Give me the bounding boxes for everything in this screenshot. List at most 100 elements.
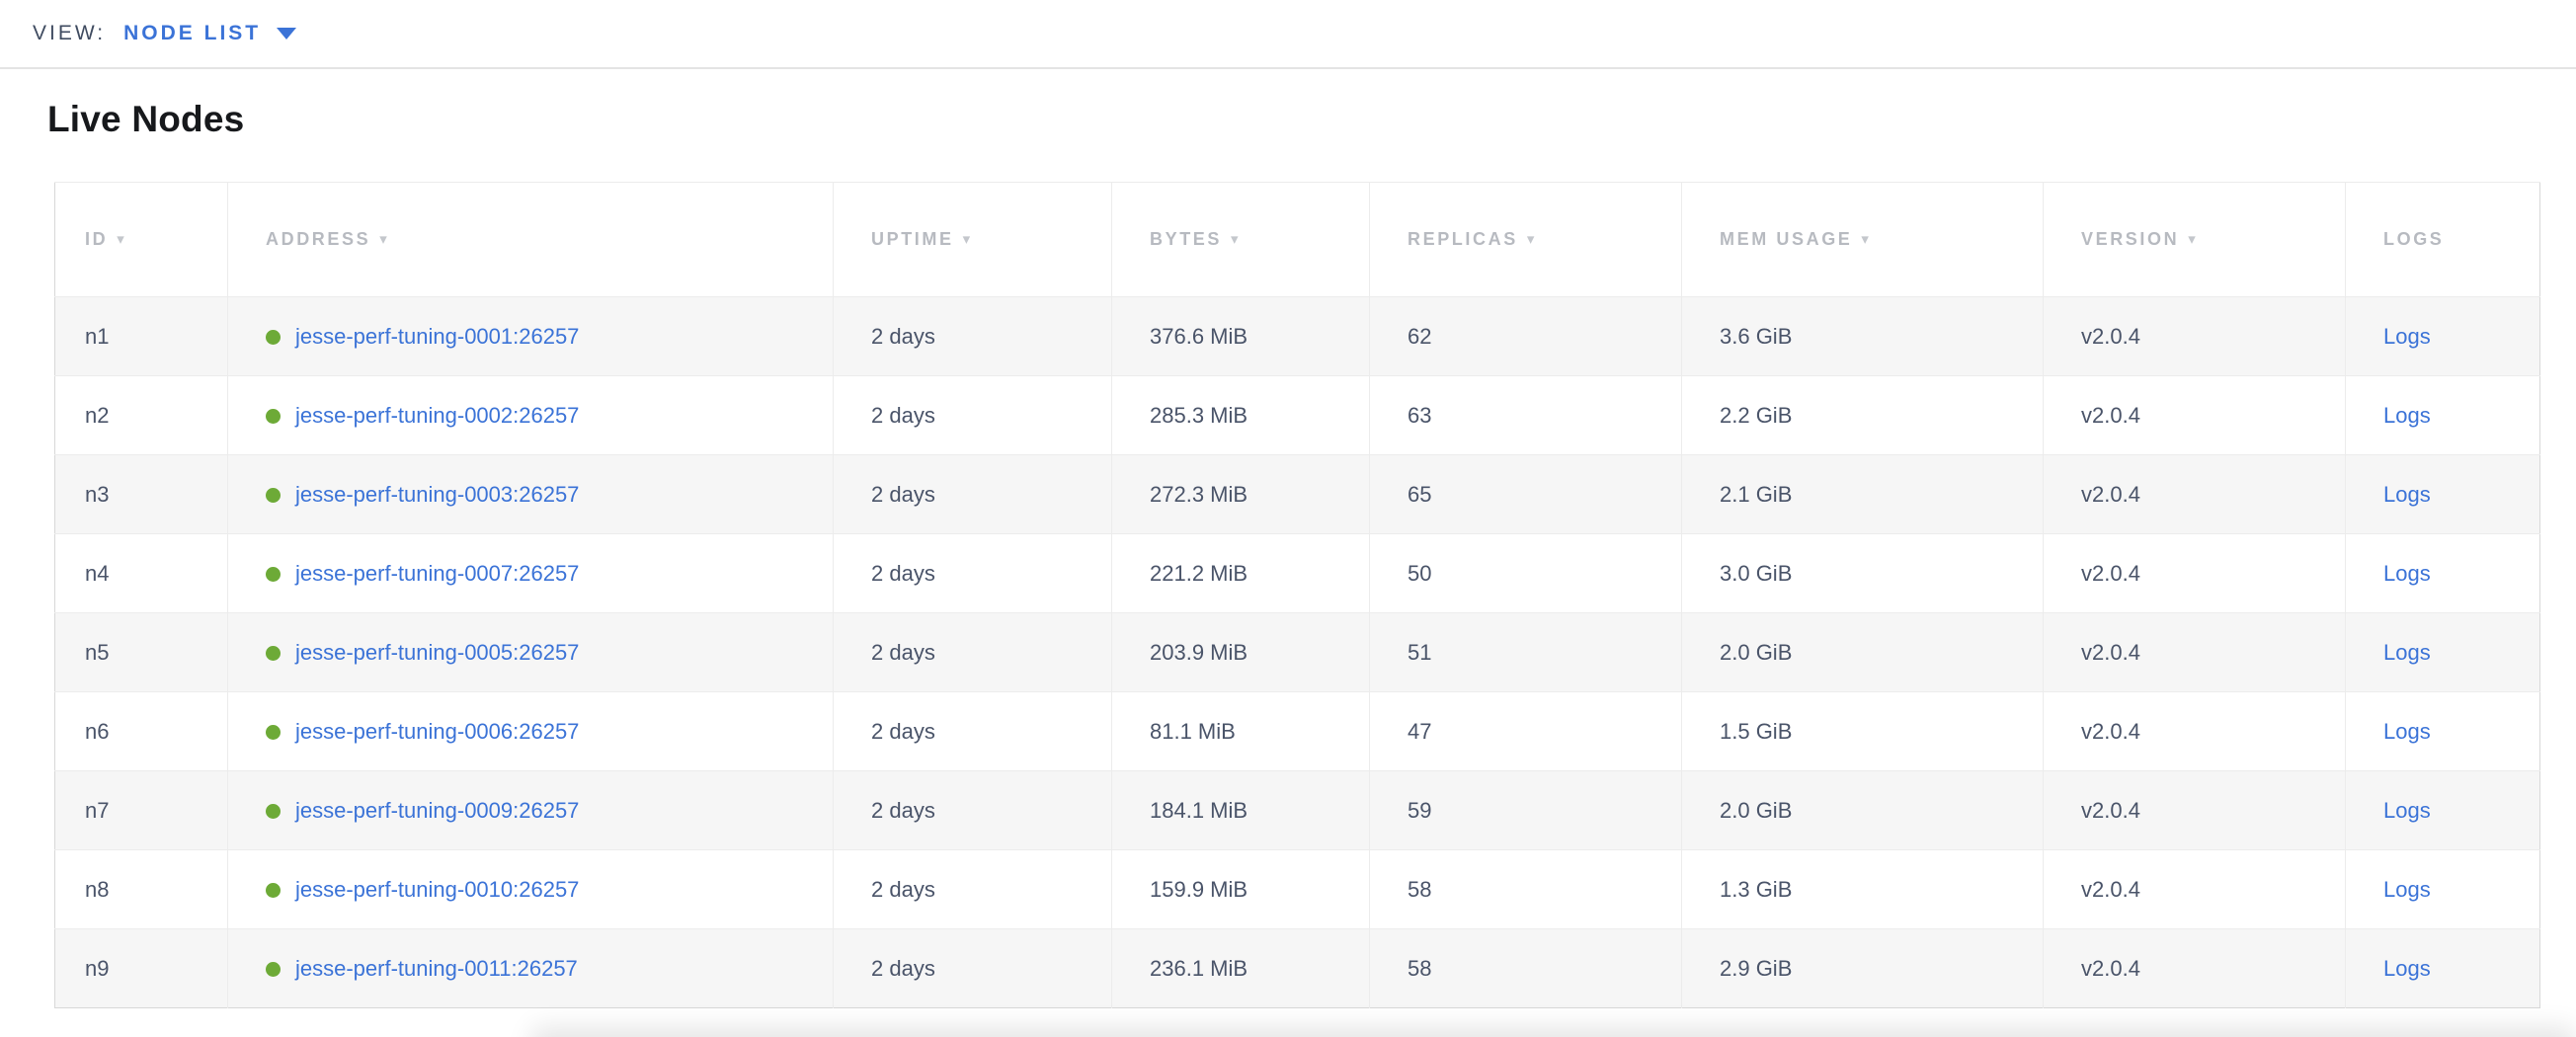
replicas-cell: 62 (1370, 297, 1682, 376)
version-cell: v2.0.4 (2044, 850, 2346, 929)
logs-link[interactable]: Logs (2383, 324, 2431, 349)
table-row: n4jesse-perf-tuning-0007:262572 days221.… (55, 534, 2540, 613)
sort-arrow-icon: ▾ (117, 231, 126, 248)
live-status-dot-icon (266, 646, 281, 661)
mem_usage-cell: 3.6 GiB (1682, 297, 2044, 376)
node-address-link[interactable]: jesse-perf-tuning-0005:26257 (295, 640, 579, 665)
column-header-address[interactable]: ADDRESS▾ (228, 183, 834, 297)
logs-link[interactable]: Logs (2383, 798, 2431, 823)
replicas-cell: 51 (1370, 613, 1682, 692)
logs-link[interactable]: Logs (2383, 877, 2431, 902)
address-cell: jesse-perf-tuning-0007:26257 (228, 534, 834, 613)
logs-link[interactable]: Logs (2383, 956, 2431, 981)
id-cell: n2 (55, 376, 228, 455)
uptime-cell: 2 days (834, 771, 1112, 850)
column-header-uptime[interactable]: UPTIME▾ (834, 183, 1112, 297)
sort-arrow-icon: ▾ (1861, 231, 1871, 248)
bytes-cell: 184.1 MiB (1112, 771, 1370, 850)
table-row: n5jesse-perf-tuning-0005:262572 days203.… (55, 613, 2540, 692)
logs-cell: Logs (2346, 929, 2540, 1008)
logs-link[interactable]: Logs (2383, 403, 2431, 428)
column-header-mem_usage[interactable]: MEM USAGE▾ (1682, 183, 2044, 297)
logs-cell: Logs (2346, 771, 2540, 850)
bytes-cell: 236.1 MiB (1112, 929, 1370, 1008)
live-status-dot-icon (266, 804, 281, 819)
address-cell: jesse-perf-tuning-0002:26257 (228, 376, 834, 455)
id-cell: n4 (55, 534, 228, 613)
node-address-link[interactable]: jesse-perf-tuning-0001:26257 (295, 324, 579, 349)
bytes-cell: 376.6 MiB (1112, 297, 1370, 376)
logs-link[interactable]: Logs (2383, 719, 2431, 744)
node-address-link[interactable]: jesse-perf-tuning-0006:26257 (295, 719, 579, 744)
page-title: Live Nodes (47, 99, 2576, 140)
column-header-bytes[interactable]: BYTES▾ (1112, 183, 1370, 297)
mem_usage-cell: 2.0 GiB (1682, 771, 2044, 850)
table-row: n1 jesse-perf-tuning-0001:26257 2 days376.… (55, 297, 2540, 376)
address-cell: jesse-perf-tuning-0011:26257 (228, 929, 834, 1008)
live-status-dot-icon (266, 409, 281, 424)
column-header-logs: LOGS (2346, 183, 2540, 297)
replicas-cell: 58 (1370, 929, 1682, 1008)
column-header-version[interactable]: VERSION▾ (2044, 183, 2346, 297)
logs-link[interactable]: Logs (2383, 561, 2431, 586)
id-cell: n1 (55, 297, 228, 376)
table-row: n6 jesse-perf-tuning-0006:26257 2 days81.1… (55, 692, 2540, 771)
node-address-link[interactable]: jesse-perf-tuning-0007:26257 (295, 561, 579, 586)
column-header-replicas[interactable]: REPLICAS▾ (1370, 183, 1682, 297)
replicas-cell: 63 (1370, 376, 1682, 455)
uptime-cell: 2 days (834, 850, 1112, 929)
id-cell: n7 (55, 771, 228, 850)
node-address-link[interactable]: jesse-perf-tuning-0010:26257 (295, 877, 579, 902)
table-body: n1jesse-perf-tuning-0001:262572 days376.… (55, 297, 2540, 1008)
bytes-cell: 159.9 MiB (1112, 850, 1370, 929)
version-cell: v2.0.4 (2044, 534, 2346, 613)
logs-cell: Logs (2346, 850, 2540, 929)
sort-arrow-icon: ▾ (1231, 231, 1241, 248)
sort-arrow-icon: ▾ (1527, 231, 1537, 248)
view-selector-dropdown[interactable]: NODE LIST (123, 22, 296, 45)
version-cell: v2.0.4 (2044, 692, 2346, 771)
logs-cell: Logs (2346, 692, 2540, 771)
live-status-dot-icon (266, 883, 281, 898)
table-row: n3jesse-perf-tuning-0003:262572 days272.… (55, 455, 2540, 534)
live-status-dot-icon (266, 488, 281, 503)
logs-cell: Logs (2346, 534, 2540, 613)
node-address-link[interactable]: jesse-perf-tuning-0003:26257 (295, 482, 579, 507)
uptime-cell: 2 days (834, 297, 1112, 376)
sort-arrow-icon: ▾ (963, 231, 973, 248)
bytes-cell: 203.9 MiB (1112, 613, 1370, 692)
node-address-link[interactable]: jesse-perf-tuning-0002:26257 (295, 403, 579, 428)
live-status-dot-icon (266, 567, 281, 582)
mem_usage-cell: 2.9 GiB (1682, 929, 2044, 1008)
id-cell: n5 (55, 613, 228, 692)
bytes-cell: 272.3 MiB (1112, 455, 1370, 534)
node-address-link[interactable]: jesse-perf-tuning-0011:26257 (295, 956, 578, 981)
mem_usage-cell: 2.1 GiB (1682, 455, 2044, 534)
replicas-cell: 47 (1370, 692, 1682, 771)
logs-link[interactable]: Logs (2383, 640, 2431, 665)
replicas-cell: 50 (1370, 534, 1682, 613)
column-header-id[interactable]: ID▾ (55, 183, 228, 297)
logs-cell: Logs (2346, 376, 2540, 455)
view-bar: VIEW: NODE LIST (0, 0, 2576, 69)
table-row: n8jesse-perf-tuning-0010:262572 days159.… (55, 850, 2540, 929)
logs-link[interactable]: Logs (2383, 482, 2431, 507)
address-cell: jesse-perf-tuning-0001:26257 (228, 297, 834, 376)
chevron-down-icon (277, 28, 296, 40)
bytes-cell: 81.1 MiB (1112, 692, 1370, 771)
replicas-cell: 59 (1370, 771, 1682, 850)
address-cell: jesse-perf-tuning-0009:26257 (228, 771, 834, 850)
id-cell: n6 (55, 692, 228, 771)
mem_usage-cell: 2.0 GiB (1682, 613, 2044, 692)
uptime-cell: 2 days (834, 376, 1112, 455)
logs-cell: Logs (2346, 455, 2540, 534)
address-cell: jesse-perf-tuning-0003:26257 (228, 455, 834, 534)
id-cell: n9 (55, 929, 228, 1008)
uptime-cell: 2 days (834, 929, 1112, 1008)
bytes-cell: 221.2 MiB (1112, 534, 1370, 613)
node-address-link[interactable]: jesse-perf-tuning-0009:26257 (295, 798, 579, 823)
replicas-cell: 58 (1370, 850, 1682, 929)
uptime-cell: 2 days (834, 692, 1112, 771)
mem_usage-cell: 1.3 GiB (1682, 850, 2044, 929)
table-row: n2jesse-perf-tuning-0002:262572 days285.… (55, 376, 2540, 455)
